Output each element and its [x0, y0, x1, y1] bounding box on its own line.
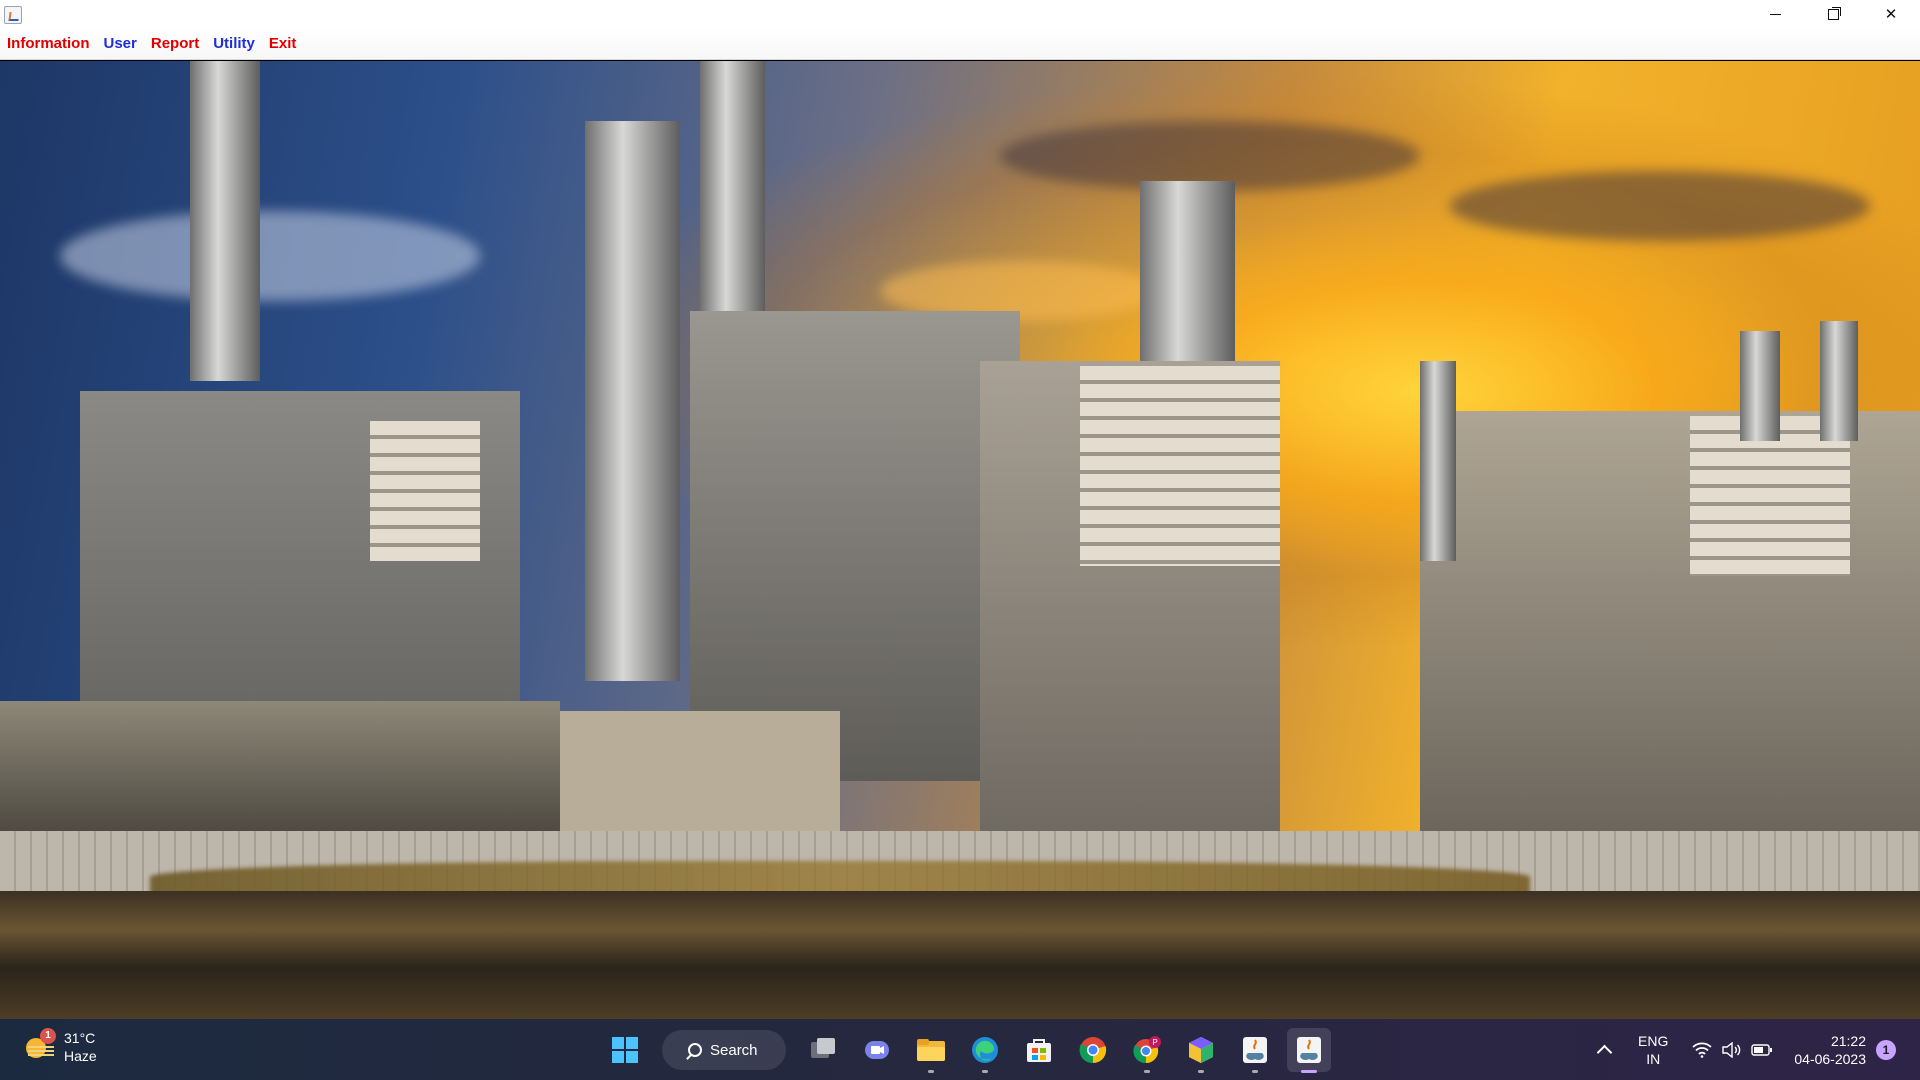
taskbar: 1 31°C Haze Search P ENG IN 21:22 04-06-…	[0, 1019, 1920, 1080]
chrome-button[interactable]	[1071, 1028, 1115, 1072]
chrome-profile-icon: P	[1133, 1036, 1161, 1064]
cube-app-icon	[1189, 1037, 1213, 1063]
chrome-profile-button[interactable]: P	[1125, 1028, 1169, 1073]
menu-bar: Information User Report Utility Exit	[0, 28, 1920, 60]
java-app-active-icon	[1297, 1037, 1321, 1063]
edge-browser-icon	[972, 1037, 998, 1063]
restore-button[interactable]	[1804, 0, 1862, 28]
show-hidden-icons-chevron-icon[interactable]	[1594, 1040, 1614, 1060]
language-region: IN	[1646, 1050, 1661, 1067]
cloud	[60, 211, 480, 301]
window-controls: ✕	[1746, 0, 1920, 28]
battery-icon[interactable]	[1750, 1040, 1774, 1060]
taskbar-search[interactable]: Search	[662, 1030, 786, 1070]
menu-user[interactable]: User	[99, 35, 142, 52]
menu-report[interactable]: Report	[146, 35, 204, 52]
file-explorer-button[interactable]	[909, 1028, 953, 1073]
minimize-button[interactable]	[1746, 0, 1804, 28]
clock-date: 04-06-2023	[1794, 1050, 1866, 1067]
chrome-icon	[1079, 1037, 1107, 1064]
menu-exit[interactable]: Exit	[264, 35, 302, 52]
java-app-icon	[1243, 1037, 1267, 1063]
java-app-icon	[4, 6, 22, 24]
haze-weather-icon: 1	[26, 1028, 56, 1058]
restore-icon	[1827, 8, 1839, 20]
cube-app-button[interactable]	[1179, 1028, 1223, 1073]
water-reflection	[0, 891, 1920, 1019]
weather-condition: Haze	[64, 1048, 97, 1064]
louver-panel	[1080, 366, 1280, 566]
louver-panel	[370, 421, 480, 561]
search-label: Search	[710, 1041, 758, 1059]
chimney	[1820, 321, 1858, 441]
chimney	[585, 121, 680, 681]
start-windows-icon	[612, 1037, 638, 1063]
close-icon: ✕	[1884, 5, 1898, 23]
menu-information[interactable]: Information	[2, 35, 95, 52]
chimney	[190, 61, 260, 381]
background-image	[0, 61, 1920, 1019]
file-explorer-icon	[917, 1039, 945, 1061]
clock-time: 21:22	[1830, 1032, 1866, 1049]
clock[interactable]: 21:22 04-06-2023	[1794, 1032, 1866, 1068]
close-button[interactable]: ✕	[1862, 0, 1920, 28]
edge-browser-button[interactable]	[963, 1028, 1007, 1073]
task-view-icon	[811, 1038, 835, 1058]
minimize-icon	[1769, 13, 1781, 15]
svg-text:P: P	[1152, 1038, 1157, 1047]
plant-structure	[0, 701, 560, 831]
notification-badge[interactable]: 1	[1876, 1039, 1896, 1060]
wifi-icon[interactable]	[1690, 1040, 1714, 1060]
plant-structure	[540, 711, 840, 831]
language-indicator[interactable]: ENG IN	[1638, 1032, 1668, 1068]
weather-badge: 1	[40, 1028, 56, 1044]
microsoft-store-icon	[1027, 1039, 1051, 1062]
chimney	[1420, 361, 1456, 561]
window-titlebar: ✕	[0, 0, 1920, 28]
java-app-active-button[interactable]	[1287, 1028, 1331, 1073]
menu-utility[interactable]: Utility	[208, 35, 260, 52]
taskbar-apps: Search P	[598, 1025, 1336, 1075]
weather-temperature: 31°C	[64, 1030, 96, 1046]
teams-chat-icon	[865, 1041, 889, 1059]
weather-widget[interactable]: 1 31°C Haze	[26, 1028, 97, 1065]
chimney	[1740, 331, 1780, 441]
volume-icon[interactable]	[1720, 1040, 1744, 1060]
system-tray: ENG IN 21:22 04-06-2023 1	[1594, 1019, 1920, 1080]
language-code: ENG	[1638, 1032, 1669, 1049]
task-view-button[interactable]	[801, 1028, 845, 1072]
microsoft-store-button[interactable]	[1017, 1028, 1061, 1072]
cloud	[1450, 171, 1870, 241]
java-app-button[interactable]	[1233, 1028, 1277, 1073]
teams-chat-button[interactable]	[855, 1028, 899, 1072]
start-button[interactable]	[603, 1028, 647, 1072]
search-icon	[688, 1043, 702, 1057]
